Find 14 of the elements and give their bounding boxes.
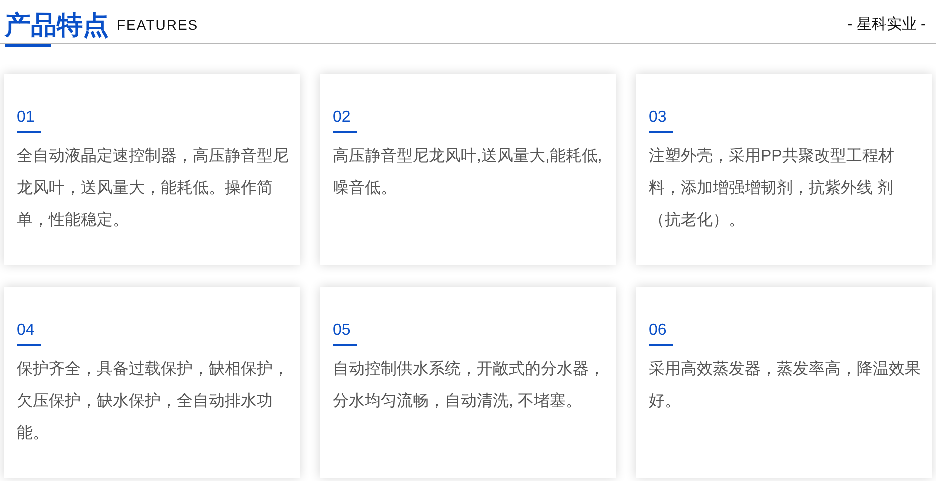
feature-description: 自动控制供水系统，开敞式的分水器，分水均匀流畅，自动清洗, 不堵塞。 (333, 360, 606, 412)
feature-number: 03 (649, 108, 673, 133)
feature-description: 注塑外壳，采用PP共聚改型工程材料，添加增强增韧剂，抗紫外线 剂（抗老化）。 (649, 146, 896, 231)
feature-number: 05 (333, 321, 357, 346)
feature-description: 采用高效蒸发器，蒸发率高，降温效果好。 (649, 360, 922, 412)
brand-label: - 星科实业 - (848, 15, 926, 35)
feature-description: 保护齐全，具备过载保护，缺相保护，欠压保护，缺水保护，全自动排水功能。 (17, 360, 290, 444)
feature-number: 02 (333, 108, 357, 133)
feature-number: 01 (17, 108, 41, 133)
section-subtitle: FEATURES (117, 17, 199, 35)
feature-description: 高压静音型尼龙风叶,送风量大,能耗低,噪音低。 (333, 146, 604, 199)
feature-number: 04 (17, 321, 41, 346)
feature-number: 06 (649, 321, 673, 346)
feature-description: 全自动液晶定速控制器，高压静音型尼龙风叶，送风量大，能耗低。操作简单，性能稳定。 (17, 146, 290, 231)
